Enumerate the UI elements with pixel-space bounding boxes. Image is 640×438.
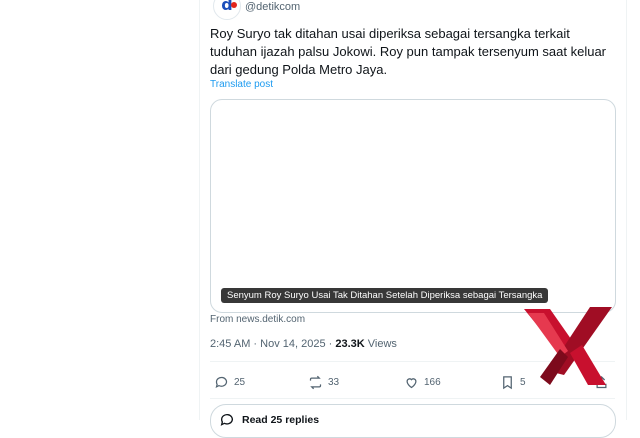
column-divider-right — [626, 0, 627, 420]
reply-icon — [215, 376, 228, 388]
card-caption: Senyum Roy Suryo Usai Tak Ditahan Setela… — [221, 288, 549, 303]
views-label: Views — [364, 338, 397, 350]
views-count: 23.3K — [335, 338, 365, 350]
divider-bottom-actions — [210, 398, 615, 399]
avatar-red-dot — [231, 2, 237, 8]
account-handle[interactable]: @detikcom — [245, 1, 300, 13]
reply-bubble-icon — [220, 414, 233, 426]
post-timestamp[interactable]: 2:45 AM · Nov 14, 2025 · — [210, 338, 335, 350]
reply-button[interactable]: 25 — [214, 372, 245, 392]
column-divider-left — [199, 0, 200, 420]
like-count: 166 — [424, 376, 441, 388]
repost-count: 33 — [328, 376, 340, 388]
post-meta: 2:45 AM · Nov 14, 2025 · 23.3K Views — [210, 338, 397, 350]
x-logo-watermark-icon — [524, 307, 612, 385]
read-replies-label: Read 25 replies — [242, 414, 320, 426]
avatar[interactable]: d — [213, 0, 241, 20]
bookmark-icon — [503, 375, 512, 389]
heart-icon — [406, 377, 417, 388]
read-replies-button[interactable]: Read 25 replies — [210, 404, 616, 438]
left-empty-pane — [0, 0, 199, 420]
translate-post-link[interactable]: Translate post — [210, 79, 273, 90]
card-source[interactable]: From news.detik.com — [210, 314, 305, 325]
repost-button[interactable]: 33 — [308, 372, 339, 392]
reply-count: 25 — [234, 376, 246, 388]
like-button[interactable]: 166 — [404, 372, 441, 392]
repost-icon — [309, 375, 322, 389]
link-card[interactable]: Senyum Roy Suryo Usai Tak Ditahan Setela… — [210, 99, 616, 313]
post-text: Roy Suryo tak ditahan usai diperiksa seb… — [210, 26, 606, 77]
